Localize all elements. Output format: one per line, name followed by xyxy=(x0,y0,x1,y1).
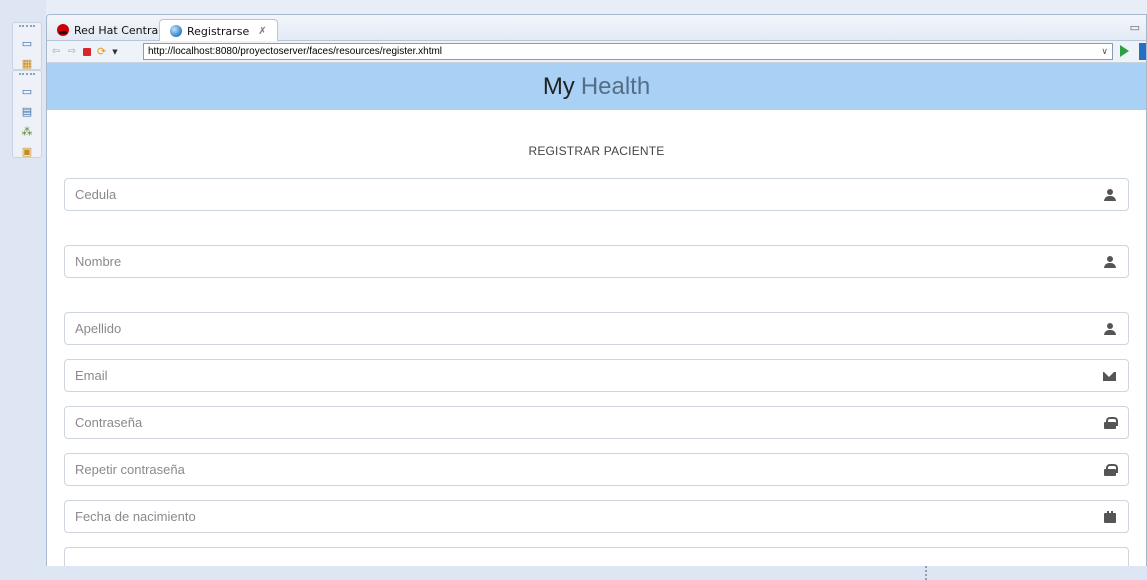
birth-date-field xyxy=(64,500,1129,533)
trim-group-bottom: ▭ ▤ ⁂ ▣ xyxy=(12,70,42,158)
globe-icon xyxy=(170,25,182,37)
close-icon[interactable]: ✗ xyxy=(258,26,266,37)
external-browser-icon[interactable] xyxy=(1139,43,1146,60)
trim-grip[interactable] xyxy=(19,25,35,31)
status-bar xyxy=(46,566,1147,580)
stop-icon[interactable] xyxy=(83,47,91,56)
trim-group-top: ▭ ▦ xyxy=(12,22,42,70)
url-input[interactable]: http://localhost:8080/proyectoserver/fac… xyxy=(143,43,1113,60)
apellido-field xyxy=(64,312,1129,345)
palette-icon[interactable]: ▣ xyxy=(19,143,35,159)
repeat-password-field xyxy=(64,453,1129,486)
brand-light: Health xyxy=(580,72,651,100)
redhat-icon xyxy=(57,24,69,36)
envelope-icon xyxy=(1103,372,1116,381)
lock-icon xyxy=(1104,416,1118,429)
restore-icon[interactable]: ▭ xyxy=(19,35,35,51)
brand-logo: My Health xyxy=(543,73,650,101)
tab-label: Red Hat Central xyxy=(74,23,162,37)
user-icon xyxy=(1104,188,1116,201)
console-icon[interactable]: ▤ xyxy=(19,103,35,119)
forward-icon[interactable]: ⇨ xyxy=(67,46,77,57)
chevron-down-icon[interactable]: ▼ xyxy=(112,48,117,56)
form-title: REGISTRAR PACIENTE xyxy=(528,144,665,158)
user-icon xyxy=(1104,322,1116,335)
password-field xyxy=(64,406,1129,439)
url-dropdown-icon[interactable]: ∨ xyxy=(1101,44,1108,58)
repeat-password-input[interactable] xyxy=(75,462,1064,477)
browser-nav-bar: ⇦ ⇨ ⟳ ▼ http://localhost:8080/proyectose… xyxy=(47,41,1146,63)
calendar-icon xyxy=(1104,510,1116,523)
back-icon[interactable]: ⇦ xyxy=(51,46,61,57)
trim-grip-2[interactable] xyxy=(19,73,35,79)
refresh-icon[interactable]: ⟳ xyxy=(97,45,106,58)
next-field-partial[interactable] xyxy=(64,547,1129,566)
apellido-input[interactable] xyxy=(75,321,1064,336)
password-input[interactable] xyxy=(75,415,1064,430)
servers-icon[interactable]: ⁂ xyxy=(19,123,35,139)
project-explorer-icon[interactable]: ▦ xyxy=(19,55,35,71)
restore-icon-2[interactable]: ▭ xyxy=(19,83,35,99)
editor-tab-bar: Red Hat Central Registrarse ✗ ▭ xyxy=(47,15,1146,42)
nombre-input[interactable] xyxy=(75,254,1064,269)
tab-red-hat-central[interactable]: Red Hat Central xyxy=(47,19,171,41)
cedula-field xyxy=(64,178,1129,211)
brand-strong: My xyxy=(542,72,575,100)
go-icon[interactable] xyxy=(1120,45,1129,57)
email-field xyxy=(64,359,1129,392)
user-icon xyxy=(1104,255,1116,268)
status-grip[interactable] xyxy=(925,566,927,580)
minimize-icon[interactable]: ▭ xyxy=(1130,21,1140,34)
tab-label: Registrarse xyxy=(187,24,250,38)
url-text: http://localhost:8080/proyectoserver/fac… xyxy=(148,46,443,57)
editor-area: Red Hat Central Registrarse ✗ ▭ ⇦ ⇨ ⟳ ▼ … xyxy=(46,14,1147,566)
nombre-field xyxy=(64,245,1129,278)
email-input[interactable] xyxy=(75,368,1064,383)
lock-icon xyxy=(1104,463,1118,476)
app-header: My Health xyxy=(47,63,1146,110)
birth-date-input[interactable] xyxy=(75,509,1064,524)
cedula-input[interactable] xyxy=(75,187,1064,202)
register-form: REGISTRAR PACIENTE xyxy=(47,144,1146,566)
left-trim-toolbar: ▭ ▦ ▭ ▤ ⁂ ▣ xyxy=(0,0,46,580)
tab-registrarse[interactable]: Registrarse ✗ xyxy=(159,19,278,42)
